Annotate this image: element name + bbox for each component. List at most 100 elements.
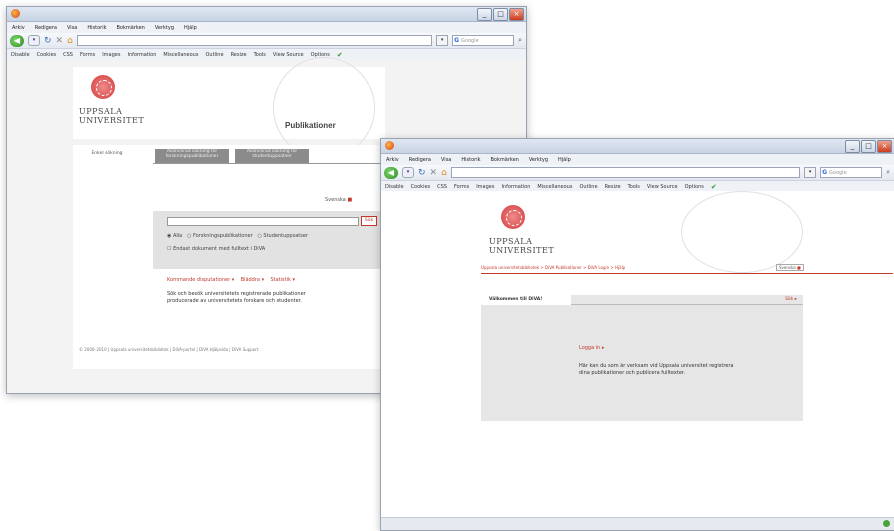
seal-watermark bbox=[681, 191, 803, 273]
menu-visa[interactable]: Visa bbox=[441, 157, 451, 163]
breadcrumb[interactable]: Uppsala universitetsbibliotek > DiVA Pub… bbox=[481, 265, 625, 270]
devbar-cookies[interactable]: Cookies bbox=[411, 184, 431, 190]
menu-visa[interactable]: Visa bbox=[67, 25, 77, 31]
stop-icon[interactable]: ✕ bbox=[56, 36, 64, 46]
tab-enkel-sokning[interactable]: Enkel sökning bbox=[79, 149, 135, 163]
navigation-bar: ◀ ▾ ↻ ✕ ⌂ ▾ G Google ⌕ bbox=[381, 165, 894, 181]
top-link-label: Sök bbox=[785, 297, 794, 302]
language-label: Svenska bbox=[779, 265, 796, 270]
publication-search-input[interactable] bbox=[167, 217, 359, 226]
login-link[interactable]: Logga in ▸ bbox=[579, 345, 604, 351]
menu-hjalp[interactable]: Hjälp bbox=[558, 157, 571, 163]
maximize-button[interactable]: □ bbox=[861, 140, 876, 153]
devbar-images[interactable]: Images bbox=[102, 52, 120, 58]
fulltext-checkbox[interactable]: ☐ Endast dokument med fulltext i DiVA bbox=[167, 246, 265, 252]
address-bar[interactable] bbox=[450, 167, 801, 178]
link-statistik[interactable]: Statistik bbox=[270, 277, 290, 283]
menu-verktyg[interactable]: Verktyg bbox=[155, 25, 174, 31]
maximize-button[interactable]: □ bbox=[493, 8, 508, 21]
logo-line-2: UNIVERSITET bbox=[489, 246, 555, 255]
flag-icon: ■ bbox=[796, 265, 801, 270]
status-icon bbox=[883, 520, 890, 527]
devbar-cookies[interactable]: Cookies bbox=[37, 52, 57, 58]
search-input[interactable]: G Google bbox=[452, 35, 515, 46]
menu-arkiv[interactable]: Arkiv bbox=[386, 157, 399, 163]
devbar-forms[interactable]: Forms bbox=[80, 52, 95, 58]
devbar-outline[interactable]: Outline bbox=[205, 52, 223, 58]
devbar-disable[interactable]: Disable bbox=[385, 184, 404, 190]
minimize-button[interactable]: _ bbox=[477, 8, 492, 21]
back-button[interactable]: ◀ bbox=[384, 166, 398, 179]
university-logo[interactable]: UPPSALA UNIVERSITET bbox=[79, 107, 144, 125]
radio-student-label: Studentuppsatser bbox=[263, 233, 308, 239]
menu-redigera[interactable]: Redigera bbox=[35, 25, 57, 31]
devbar-outline[interactable]: Outline bbox=[579, 184, 597, 190]
devbar-information[interactable]: Information bbox=[501, 184, 530, 190]
devbar-options[interactable]: Options bbox=[685, 184, 704, 190]
devbar-forms[interactable]: Forms bbox=[454, 184, 469, 190]
search-button[interactable]: Sök bbox=[361, 216, 377, 226]
radio-alla[interactable]: ◉ Alla bbox=[167, 233, 182, 239]
devbar-resize[interactable]: Resize bbox=[605, 184, 621, 190]
devbar-miscellaneous[interactable]: Miscellaneous bbox=[163, 52, 198, 58]
devbar-information[interactable]: Information bbox=[127, 52, 156, 58]
devbar-disable[interactable]: Disable bbox=[11, 52, 30, 58]
search-icon[interactable]: ⌕ bbox=[886, 168, 890, 177]
logo-line-1: UPPSALA bbox=[79, 107, 123, 116]
devbar-images[interactable]: Images bbox=[476, 184, 494, 190]
university-logo[interactable]: UPPSALA UNIVERSITET bbox=[489, 237, 554, 255]
university-seal-icon bbox=[91, 75, 115, 99]
reload-icon[interactable]: ↻ bbox=[44, 36, 52, 46]
address-dropdown[interactable]: ▾ bbox=[804, 167, 817, 178]
minimize-button[interactable]: _ bbox=[845, 140, 860, 153]
menu-historik[interactable]: Historik bbox=[87, 25, 106, 31]
menu-arkiv[interactable]: Arkiv bbox=[12, 25, 25, 31]
link-kommande-disputationer[interactable]: Kommande disputationer bbox=[167, 277, 230, 283]
devbar-css[interactable]: CSS bbox=[437, 184, 447, 190]
search-icon[interactable]: ⌕ bbox=[518, 36, 522, 45]
title-bar[interactable]: _ □ × bbox=[381, 139, 894, 154]
devbar-resize[interactable]: Resize bbox=[231, 52, 247, 58]
tab-avancerad-student[interactable]: Avancerad sökning för studentuppsatser bbox=[235, 149, 309, 163]
history-dropdown[interactable]: ▾ bbox=[402, 167, 414, 178]
language-select[interactable]: Svenska ■ bbox=[776, 264, 804, 271]
home-icon[interactable]: ⌂ bbox=[67, 36, 73, 46]
devbar-miscellaneous[interactable]: Miscellaneous bbox=[537, 184, 572, 190]
address-bar[interactable] bbox=[76, 35, 433, 46]
menu-redigera[interactable]: Redigera bbox=[409, 157, 431, 163]
welcome-tab: Välkommen till DiVA! bbox=[481, 295, 571, 305]
browser-window-login: _ □ × Arkiv Redigera Visa Historik Bokmä… bbox=[380, 138, 894, 531]
google-icon: G bbox=[454, 37, 460, 44]
tab-avancerad-forskning[interactable]: Avancerad sökning för forskningspublikat… bbox=[155, 149, 229, 163]
history-dropdown[interactable]: ▾ bbox=[28, 35, 40, 46]
menu-bokmarken[interactable]: Bokmärken bbox=[491, 157, 519, 163]
menu-bokmarken[interactable]: Bokmärken bbox=[117, 25, 145, 31]
devbar-view-source[interactable]: View Source bbox=[647, 184, 678, 190]
page-viewport: UPPSALA UNIVERSITET Uppsala universitets… bbox=[381, 191, 894, 518]
close-button[interactable]: × bbox=[509, 8, 524, 21]
intro-text: Sök och besök universitetets registrerad… bbox=[167, 291, 306, 304]
search-placeholder: Google bbox=[829, 169, 847, 176]
menu-hjalp[interactable]: Hjälp bbox=[184, 25, 197, 31]
back-button[interactable]: ◀ bbox=[10, 34, 24, 47]
radio-forskning[interactable]: ○ Forskningspublikationer bbox=[187, 233, 253, 239]
stop-icon[interactable]: ✕ bbox=[430, 168, 438, 178]
close-button[interactable]: × bbox=[877, 140, 892, 153]
address-dropdown[interactable]: ▾ bbox=[436, 35, 449, 46]
menu-historik[interactable]: Historik bbox=[461, 157, 480, 163]
link-bladdra[interactable]: Bläddra bbox=[241, 277, 260, 283]
menu-bar: Arkiv Redigera Visa Historik Bokmärken V… bbox=[381, 154, 894, 165]
reload-icon[interactable]: ↻ bbox=[418, 168, 426, 178]
language-link[interactable]: Svenska ■ bbox=[325, 197, 352, 203]
search-input[interactable]: G Google bbox=[820, 167, 883, 178]
title-bar[interactable]: _ □ × bbox=[7, 7, 526, 22]
top-link[interactable]: Sök ▸ bbox=[785, 297, 797, 302]
devbar-tools[interactable]: Tools bbox=[628, 184, 640, 190]
devbar-tools[interactable]: Tools bbox=[254, 52, 266, 58]
home-icon[interactable]: ⌂ bbox=[441, 168, 447, 178]
devbar-view-source[interactable]: View Source bbox=[273, 52, 304, 58]
devbar-css[interactable]: CSS bbox=[63, 52, 73, 58]
menu-verktyg[interactable]: Verktyg bbox=[529, 157, 548, 163]
search-panel: Sök ◉ Alla ○ Forskningspublikationer ○ S… bbox=[153, 211, 385, 269]
radio-student[interactable]: ○ Studentuppsatser bbox=[257, 233, 308, 239]
